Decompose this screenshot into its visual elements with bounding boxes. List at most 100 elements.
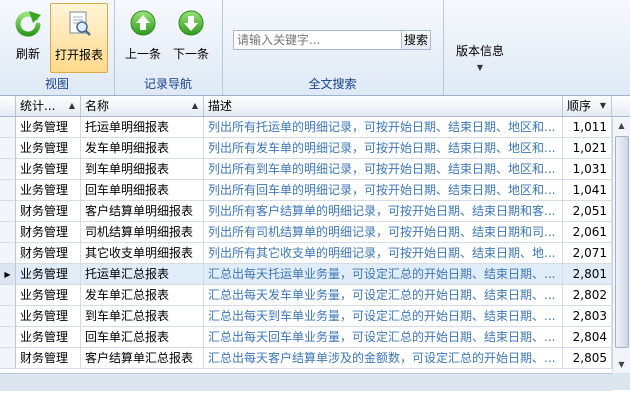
column-header-name[interactable]: 名称 ▲ <box>81 96 204 116</box>
row-indicator <box>0 180 16 201</box>
column-header-label: 描述 <box>208 99 233 113</box>
description-cell: 列出所有客户结算单的明细记录，可按开始日期、结束日期和客... <box>204 201 563 222</box>
order-cell: 1,011 <box>563 117 612 138</box>
description-cell: 列出所有到车单的明细记录，可按开始日期、结束日期、地区和... <box>204 159 563 180</box>
row-indicator <box>0 159 16 180</box>
column-header-category[interactable]: 统计... ▲ <box>16 96 81 116</box>
category-cell: 业务管理 <box>16 138 81 159</box>
order-cell: 1,031 <box>563 159 612 180</box>
column-header-order[interactable]: 顺序 ▼ <box>563 96 612 116</box>
prev-record-label: 上一条 <box>124 47 161 61</box>
view-group-label: 视图 <box>44 77 69 91</box>
sort-asc-icon: ▲ <box>191 101 198 110</box>
table-row[interactable]: 业务管理 到车单明细报表 列出所有到车单的明细记录，可按开始日期、结束日期、地区和.… <box>0 159 612 180</box>
search-input[interactable] <box>233 30 407 50</box>
search-button[interactable]: 搜索 <box>401 30 431 50</box>
arrow-down-icon <box>178 10 204 36</box>
next-record-label: 下一条 <box>172 47 209 61</box>
column-header-label: 统计... <box>20 99 56 113</box>
table-row-selected[interactable]: ▶ 业务管理 托运单汇总报表 汇总出每天托运单业务量，可设定汇总的开始日期、结束日期、… <box>0 264 612 285</box>
name-cell: 发车单汇总报表 <box>81 285 204 306</box>
horizontal-scrollbar[interactable] <box>0 373 612 391</box>
category-cell: 业务管理 <box>16 180 81 201</box>
description-cell: 汇总出每天托运单业务量，可设定汇总的开始日期、结束日期、... <box>204 264 563 285</box>
vertical-scrollbar[interactable]: ▲ ▼ <box>612 117 630 373</box>
name-cell: 客户结算单明细报表 <box>81 201 204 222</box>
table-row[interactable]: 业务管理 回车单汇总报表 汇总出每天回车单业务量，可设定汇总的开始日期、结束日期、.… <box>0 327 612 348</box>
version-info-label: 版本信息 <box>455 44 504 58</box>
grid-header: 统计... ▲ 名称 ▲ 描述 顺序 ▼ <box>0 96 630 117</box>
category-cell: 业务管理 <box>16 306 81 327</box>
category-cell: 财务管理 <box>16 201 81 222</box>
category-cell: 财务管理 <box>16 243 81 264</box>
row-indicator <box>0 138 16 159</box>
table-row[interactable]: 财务管理 客户结算单明细报表 列出所有客户结算单的明细记录，可按开始日期、结束日期和… <box>0 201 612 222</box>
version-info-button[interactable]: 版本信息 ▼ <box>450 42 510 73</box>
table-row[interactable]: 业务管理 发车单汇总报表 汇总出每天发车单业务量，可设定汇总的开始日期、结束日期、.… <box>0 285 612 306</box>
row-indicator <box>0 243 16 264</box>
row-indicator <box>0 327 16 348</box>
scroll-up-icon[interactable]: ▲ <box>613 117 630 134</box>
order-cell: 2,061 <box>563 222 612 243</box>
description-cell: 列出所有托运单的明细记录，可按开始日期、结束日期、地区和... <box>204 117 563 138</box>
category-cell: 业务管理 <box>16 159 81 180</box>
row-indicator <box>0 201 16 222</box>
name-cell: 到车单明细报表 <box>81 159 204 180</box>
current-row-arrow-icon: ▶ <box>0 264 16 285</box>
row-indicator <box>0 348 16 369</box>
description-cell: 列出所有发车单的明细记录，可按开始日期、结束日期、地区和... <box>204 138 563 159</box>
scrollbar-corner <box>612 373 630 390</box>
arrow-up-icon <box>130 10 156 36</box>
row-indicator-header <box>0 96 16 116</box>
name-cell: 发车单明细报表 <box>81 138 204 159</box>
order-cell: 2,801 <box>563 264 612 285</box>
report-grid: 统计... ▲ 名称 ▲ 描述 顺序 ▼ 业务管理 托运单明细报表 列出所有托运单的… <box>0 96 630 395</box>
category-cell: 财务管理 <box>16 222 81 243</box>
document-search-icon <box>69 11 91 36</box>
table-row[interactable]: 业务管理 回车单明细报表 列出所有回车单的明细记录，可按开始日期、结束日期、地区和.… <box>0 180 612 201</box>
table-row[interactable]: 业务管理 到车单汇总报表 汇总出每天到车单业务量，可设定汇总的开始日期、结束日期、.… <box>0 306 612 327</box>
refresh-button[interactable]: 刷新 <box>8 3 48 71</box>
description-cell: 汇总出每天发车单业务量，可设定汇总的开始日期、结束日期、... <box>204 285 563 306</box>
record-nav-group-label: 记录导航 <box>143 77 192 91</box>
sort-desc-icon: ▼ <box>599 101 606 110</box>
row-indicator <box>0 285 16 306</box>
order-cell: 2,802 <box>563 285 612 306</box>
row-indicator <box>0 117 16 138</box>
row-indicator <box>0 306 16 327</box>
prev-record-button[interactable]: 上一条 <box>120 3 166 71</box>
column-header-description[interactable]: 描述 <box>204 96 563 116</box>
category-cell: 业务管理 <box>16 327 81 348</box>
table-row[interactable]: 业务管理 发车单明细报表 列出所有发车单的明细记录，可按开始日期、结束日期、地区和.… <box>0 138 612 159</box>
table-row[interactable]: 财务管理 客户结算单汇总报表 汇总出每天客户结算单涉及的金额数，可设定汇总的开始日期… <box>0 348 612 369</box>
name-cell: 回车单汇总报表 <box>81 327 204 348</box>
ribbon: 刷新 打开报表 视图 上一条 下一条 记录导航 全文搜索 请输入关键字... 搜… <box>0 0 630 96</box>
open-report-label: 打开报表 <box>54 48 103 62</box>
description-cell: 汇总出每天到车单业务量，可设定汇总的开始日期、结束日期、... <box>204 306 563 327</box>
dropdown-caret-icon: ▼ <box>476 63 484 72</box>
description-cell: 列出所有回车单的明细记录，可按开始日期、结束日期、地区和... <box>204 180 563 201</box>
next-record-button[interactable]: 下一条 <box>168 3 214 71</box>
category-cell: 业务管理 <box>16 264 81 285</box>
name-cell: 其它收支单明细报表 <box>81 243 204 264</box>
column-header-label: 顺序 <box>567 99 592 113</box>
sort-asc-icon: ▲ <box>68 101 75 110</box>
table-row[interactable]: 财务管理 其它收支单明细报表 列出所有其它收支单的明细记录，可按开始日期、结束日期、… <box>0 243 612 264</box>
view-group: 刷新 打开报表 视图 <box>0 0 115 95</box>
open-report-button[interactable]: 打开报表 <box>50 3 108 73</box>
scroll-thumb[interactable] <box>615 136 629 348</box>
name-cell: 到车单汇总报表 <box>81 306 204 327</box>
order-cell: 2,805 <box>563 348 612 369</box>
name-cell: 司机结算单明细报表 <box>81 222 204 243</box>
refresh-icon <box>15 11 41 37</box>
order-cell: 1,021 <box>563 138 612 159</box>
order-cell: 2,071 <box>563 243 612 264</box>
category-cell: 业务管理 <box>16 285 81 306</box>
table-row[interactable]: 业务管理 托运单明细报表 列出所有托运单的明细记录，可按开始日期、结束日期、地区和.… <box>0 117 612 138</box>
category-cell: 业务管理 <box>16 117 81 138</box>
description-cell: 汇总出每天客户结算单涉及的金额数，可设定汇总的开始日期、... <box>204 348 563 369</box>
order-cell: 2,804 <box>563 327 612 348</box>
table-row[interactable]: 财务管理 司机结算单明细报表 列出所有司机结算单的明细记录，可按开始日期、结束日期和… <box>0 222 612 243</box>
header-corner <box>612 96 630 116</box>
scroll-down-icon[interactable]: ▼ <box>613 356 630 373</box>
